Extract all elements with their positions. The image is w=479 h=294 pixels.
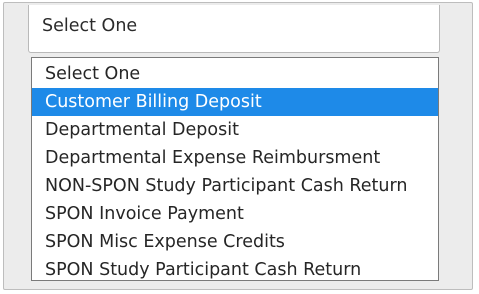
option-spon-study-participant-cash-return[interactable]: SPON Study Participant Cash Return <box>32 256 438 284</box>
option-non-spon-study-participant-cash-return[interactable]: NON-SPON Study Participant Cash Return <box>32 172 438 200</box>
option-departmental-expense-reimbursment[interactable]: Departmental Expense Reimbursment <box>32 144 438 172</box>
option-customer-billing-deposit[interactable]: Customer Billing Deposit <box>32 88 438 116</box>
option-select-one[interactable]: Select One <box>32 60 438 88</box>
option-spon-misc-expense-credits[interactable]: SPON Misc Expense Credits <box>32 228 438 256</box>
option-departmental-deposit[interactable]: Departmental Deposit <box>32 116 438 144</box>
select-current-value: Select One <box>42 16 138 36</box>
panel-frame: Select One Customer Billing Deposit Depa… <box>3 2 473 290</box>
dropdown-list[interactable]: Select One Customer Billing Deposit Depa… <box>31 57 439 281</box>
option-spon-invoice-payment[interactable]: SPON Invoice Payment <box>32 200 438 228</box>
